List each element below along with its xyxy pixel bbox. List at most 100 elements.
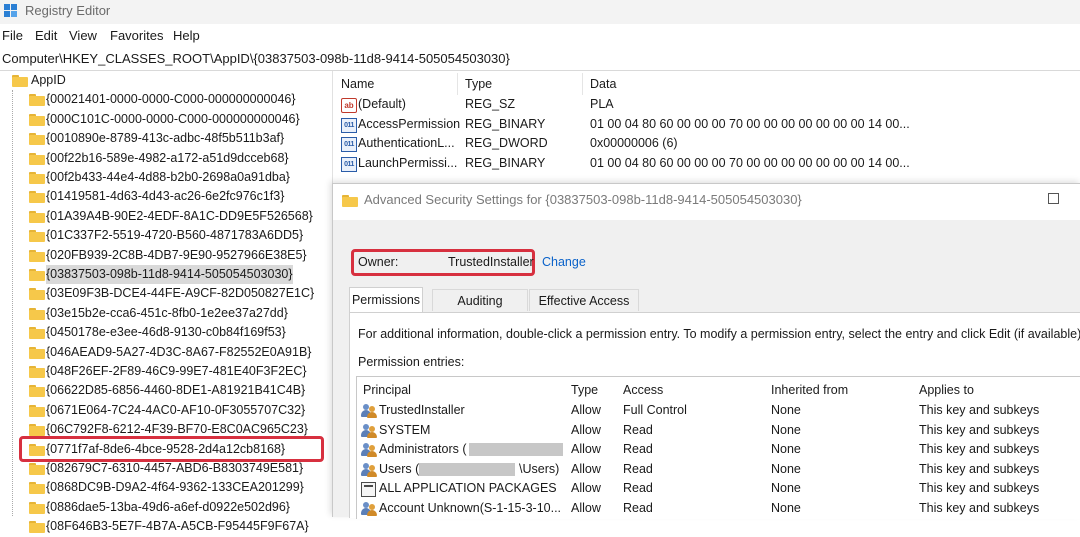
folder-icon <box>29 404 45 417</box>
tree-item-label: {000C101C-0000-0000-C000-000000000046} <box>46 111 300 126</box>
redacted-text <box>419 462 515 476</box>
menu-view[interactable]: View <box>69 28 97 43</box>
tree-item-label: {08F646B3-5E7F-4B7A-A5CB-F95445F9F67A} <box>46 519 309 534</box>
principal-header[interactable]: Principal <box>363 383 411 397</box>
column-name-header[interactable]: Name <box>341 77 374 91</box>
menu-help[interactable]: Help <box>173 28 200 43</box>
permission-inherited: None <box>771 403 801 417</box>
maximize-icon[interactable] <box>1048 193 1059 204</box>
tree-item-label: {01A39A4B-90E2-4EDF-8A1C-DD9E5F526568} <box>46 208 313 223</box>
permission-type: Allow <box>571 442 601 457</box>
tree-item-label: {03837503-098b-11d8-9414-505054503030} <box>46 265 293 285</box>
user-group-icon <box>361 462 377 477</box>
folder-icon <box>29 385 45 398</box>
dialog-content: Owner: TrustedInstaller Change Permissio… <box>333 220 1080 519</box>
tab-permissions[interactable]: Permissions <box>349 287 423 313</box>
value-data: 01 00 04 80 60 00 00 00 70 00 00 00 00 0… <box>590 155 910 170</box>
tab-effective-access[interactable]: Effective Access <box>529 289 639 311</box>
permission-row[interactable]: Administrators (Allow Read None This key an… <box>357 440 1080 460</box>
permission-type: Allow <box>571 461 601 476</box>
tree-item-label: {0868DC9B-D9A2-4f64-9362-133CEA201299} <box>46 480 304 495</box>
user-group-icon <box>361 423 377 438</box>
tree-item-label: {020FB939-2C8B-4DB7-9E90-9527966E38E5} <box>46 247 307 262</box>
applies-to-header[interactable]: Applies to <box>919 383 974 397</box>
permission-entries-table[interactable]: Principal Type Access Inherited from App… <box>356 376 1080 519</box>
value-name: AuthenticationL... <box>358 136 455 150</box>
folder-icon <box>29 288 45 301</box>
permission-applies: This key and subkeys <box>919 442 1040 457</box>
principal-name: ALL APPLICATION PACKAGES <box>379 481 557 496</box>
owner-value: TrustedInstaller <box>448 255 534 269</box>
values-list[interactable]: Name Type Data ab (Default) REG_SZ PLA 011 Ac… <box>334 71 1080 186</box>
value-row[interactable]: 011 AuthenticationL... REG_DWORD 0x00000006… <box>334 134 1080 154</box>
folder-icon <box>29 249 45 262</box>
tree-item-label: {00f22b16-589e-4982-a172-a51d9dcceb68} <box>46 150 289 165</box>
user-group-icon <box>361 443 377 458</box>
permission-row[interactable]: Users (\Users) Allow Read None This key and … <box>357 460 1080 480</box>
binary-value-icon: 011 <box>341 137 357 152</box>
folder-icon <box>29 210 45 223</box>
access-header[interactable]: Access <box>623 383 663 397</box>
folder-icon <box>29 133 45 146</box>
menu-edit[interactable]: Edit <box>35 28 57 43</box>
binary-value-icon: 011 <box>341 117 357 133</box>
inherited-from-header[interactable]: Inherited from <box>771 383 848 397</box>
address-path[interactable]: Computer\HKEY_CLASSES_ROOT\AppID\{038375… <box>2 51 510 66</box>
value-row[interactable]: ab (Default) REG_SZ PLA <box>334 95 1080 115</box>
menu-favorites[interactable]: Favorites <box>110 28 163 43</box>
permission-inherited: None <box>771 461 801 476</box>
tree-item-label: {06622D85-6856-4460-8DE1-A81921B41C4B} <box>46 383 306 398</box>
permission-inherited: None <box>771 442 801 457</box>
tree-item-label: {03e15b2e-cca6-451c-8fb0-1e2ee37a27dd} <box>46 305 288 320</box>
value-type: REG_BINARY <box>465 116 546 131</box>
value-row[interactable]: 011 LaunchPermissi... REG_BINARY 01 00 04 8… <box>334 154 1080 174</box>
tab-auditing[interactable]: Auditing <box>432 289 528 311</box>
permission-applies: This key and subkeys <box>919 422 1040 437</box>
binary-value-icon: 011 <box>341 156 357 172</box>
address-bar[interactable]: Computer\HKEY_CLASSES_ROOT\AppID\{038375… <box>0 48 1080 71</box>
folder-icon <box>342 195 358 207</box>
column-divider[interactable] <box>457 73 458 95</box>
permission-entries-label: Permission entries: <box>358 355 465 369</box>
permission-applies: This key and subkeys <box>919 481 1040 496</box>
type-header[interactable]: Type <box>571 383 598 397</box>
principal-suffix: \Users) <box>519 461 560 476</box>
tree-item-label: {00f2b433-44e4-4d88-b2b0-2698a0a91dba} <box>46 170 290 184</box>
column-divider[interactable] <box>582 73 583 95</box>
value-type: REG_BINARY <box>465 155 546 170</box>
column-data-header[interactable]: Data <box>590 77 616 91</box>
user-group-icon <box>361 404 377 418</box>
permission-type: Allow <box>571 422 601 437</box>
permissions-panel: For additional information, double-click… <box>349 312 1080 519</box>
folder-icon <box>29 424 45 437</box>
value-type: REG_DWORD <box>465 136 548 150</box>
value-name: LaunchPermissi... <box>358 155 458 170</box>
value-row[interactable]: 011 AccessPermission REG_BINARY 01 00 04 80… <box>334 115 1080 135</box>
folder-icon <box>29 346 45 359</box>
folder-icon <box>29 463 45 475</box>
tree-item-label: {046AEAD9-5A27-4D3C-8A67-F82552E0A91B} <box>46 344 312 359</box>
tree-connector <box>12 90 13 516</box>
principal-name: SYSTEM <box>379 422 431 437</box>
permission-row[interactable]: TrustedInstaller Allow Full Control None Thi… <box>357 401 1080 421</box>
permission-access: Read <box>623 422 653 437</box>
folder-icon <box>29 269 45 281</box>
permission-access: Read <box>623 442 653 457</box>
tree-item-label: {00021401-0000-0000-C000-000000000046} <box>46 92 296 107</box>
registry-editor-icon <box>4 4 18 18</box>
menu-file[interactable]: File <box>2 28 23 43</box>
permission-access: Full Control <box>623 403 687 417</box>
tree-item-label: {0671E064-7C24-4AC0-AF10-0F3055707C32} <box>46 402 306 417</box>
column-type-header[interactable]: Type <box>465 77 492 91</box>
folder-icon <box>29 327 45 340</box>
permission-access: Read <box>623 461 653 476</box>
permission-row[interactable]: SYSTEM Allow Read None This key and subkeys <box>357 421 1080 441</box>
permission-row[interactable]: ALL APPLICATION PACKAGES Allow Read None Thi… <box>357 479 1080 499</box>
value-name: AccessPermission <box>358 116 461 131</box>
change-owner-link[interactable]: Change <box>542 255 586 269</box>
title-bar: Registry Editor <box>0 0 1080 24</box>
folder-icon <box>29 366 45 378</box>
tree-item-label: {01C337F2-5519-4720-B560-4871783A6DD5} <box>46 228 304 243</box>
permission-inherited: None <box>771 422 801 437</box>
tree-item-label: {0010890e-8789-413c-adbc-48f5b511b3af} <box>46 131 285 146</box>
